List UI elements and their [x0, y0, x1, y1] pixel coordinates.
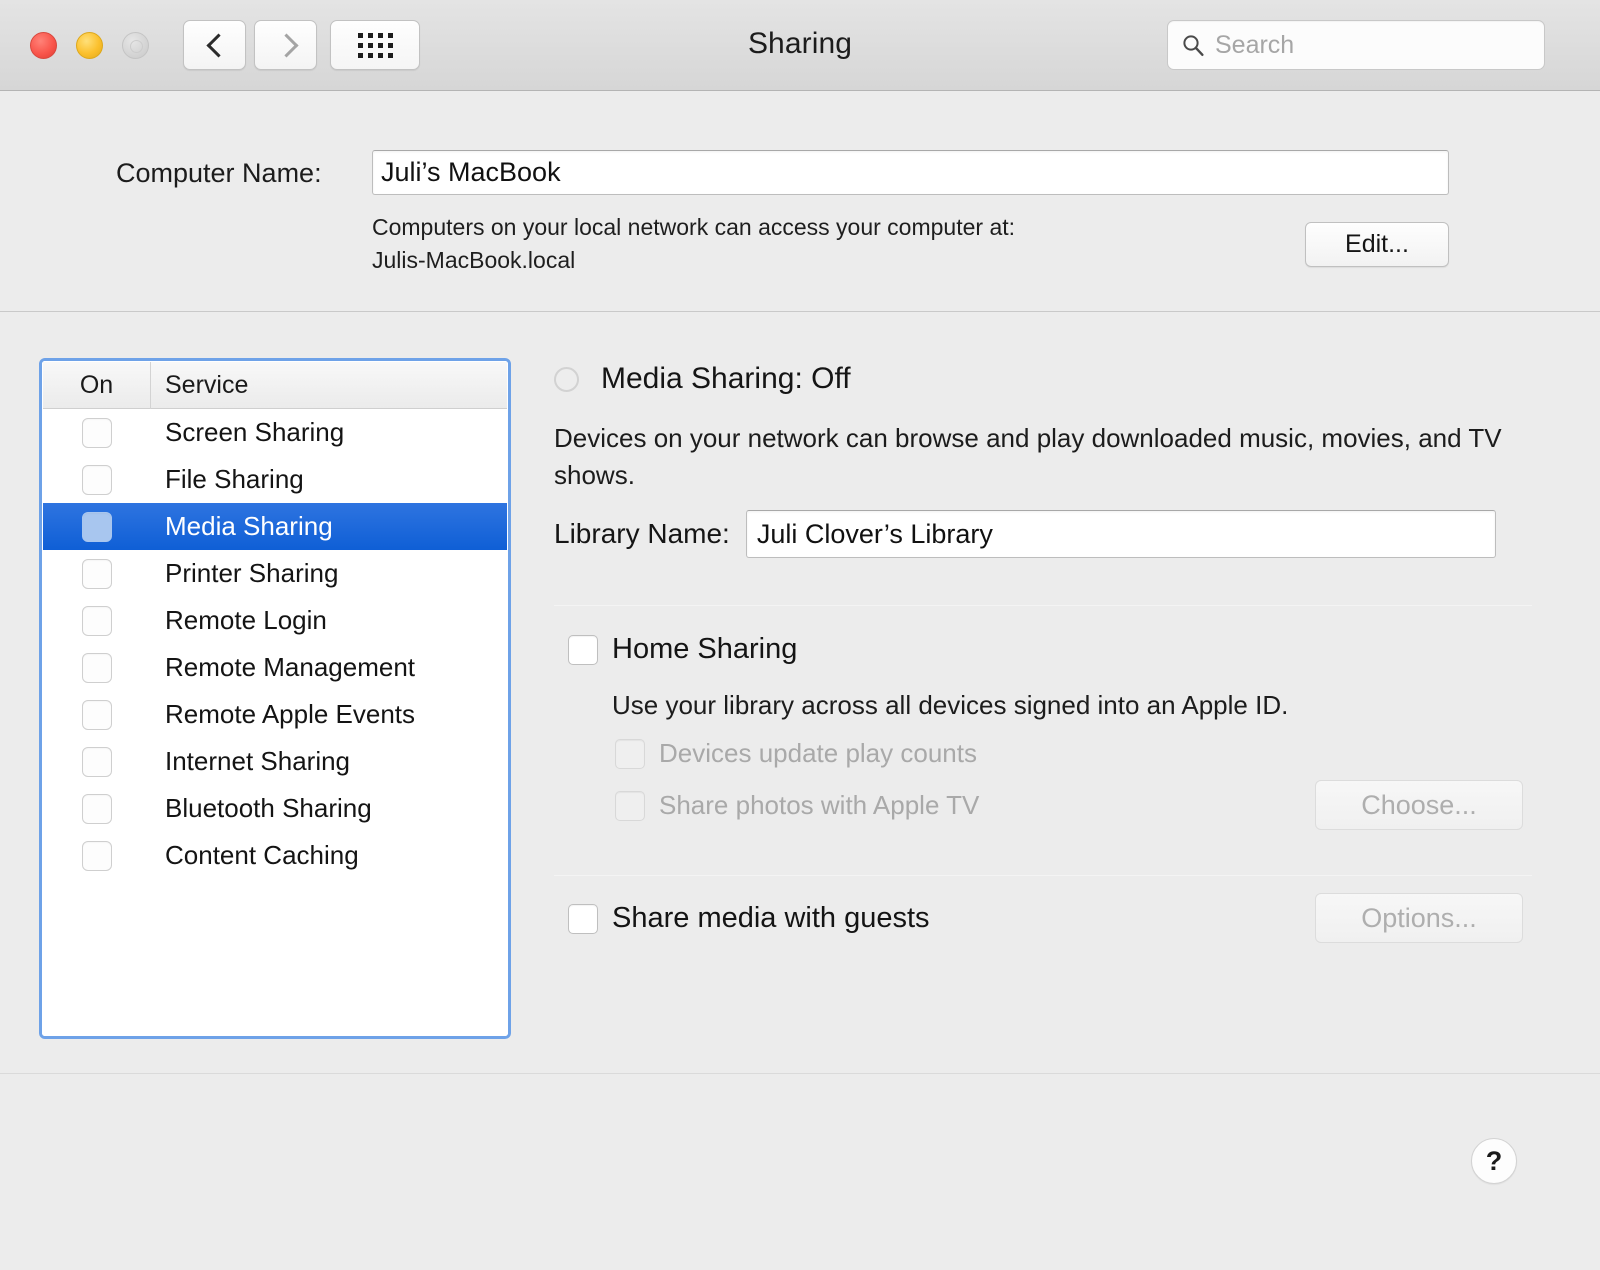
devices-update-play-counts-row: Devices update play counts — [615, 738, 977, 769]
service-row[interactable]: Printer Sharing — [43, 550, 507, 597]
service-enable-checkbox[interactable] — [82, 746, 112, 777]
service-enable-checkbox[interactable] — [82, 417, 112, 448]
share-media-with-guests-label: Share media with guests — [612, 902, 930, 934]
service-name-label: Content Caching — [165, 840, 359, 870]
service-enable-checkbox[interactable] — [82, 558, 112, 589]
service-list-table[interactable]: On Service Screen Sharing File Sharing Med… — [39, 358, 511, 1039]
home-sharing-description: Use your library across all devices sign… — [612, 690, 1289, 720]
service-enable-cell[interactable] — [43, 699, 151, 730]
service-enable-cell[interactable] — [43, 558, 151, 589]
service-name-label: Remote Management — [165, 652, 416, 682]
service-enable-checkbox[interactable] — [82, 652, 112, 683]
search-icon — [1183, 35, 1204, 56]
service-row[interactable]: Remote Login — [43, 597, 507, 644]
service-row[interactable]: Content Caching — [43, 832, 507, 879]
service-rows-container: Screen Sharing File Sharing Media Sharing P… — [43, 409, 507, 879]
sharing-preferences-window: Sharing Computer Name: Computers on your… — [0, 0, 1600, 1270]
share-photos-apple-tv-label: Share photos with Apple TV — [659, 790, 980, 820]
service-name-label: Screen Sharing — [165, 417, 345, 447]
computer-name-input[interactable] — [373, 151, 1448, 194]
computer-name-help-text: Computers on your local network can acce… — [372, 211, 1302, 277]
column-header-on[interactable]: On — [43, 361, 151, 409]
library-name-row: Library Name: — [554, 510, 1496, 558]
service-detail-panel: Media Sharing: Off Devices on your netwo… — [540, 330, 1550, 1030]
service-row[interactable]: Remote Apple Events — [43, 691, 507, 738]
service-name-label: Remote Apple Events — [165, 699, 416, 729]
service-name-label: File Sharing — [165, 464, 304, 494]
service-name-label: Media Sharing — [165, 511, 333, 541]
local-hostname: Julis-MacBook.local — [372, 247, 576, 273]
share-photos-apple-tv-row: Share photos with Apple TV — [615, 790, 979, 821]
service-enable-cell[interactable] — [43, 652, 151, 683]
home-sharing-label: Home Sharing — [612, 633, 798, 665]
service-status-text: Media Sharing: Off — [601, 362, 851, 395]
service-name-label: Printer Sharing — [165, 558, 339, 588]
help-button[interactable]: ? — [1471, 1138, 1517, 1184]
computer-name-label: Computer Name: — [116, 158, 322, 188]
service-enable-cell[interactable] — [43, 464, 151, 495]
search-input[interactable] — [1215, 30, 1525, 60]
service-enable-cell[interactable] — [43, 417, 151, 448]
devices-update-play-counts-checkbox — [615, 738, 645, 769]
divider-above-home-sharing — [554, 605, 1532, 606]
service-enable-cell[interactable] — [43, 605, 151, 636]
service-table-header: On Service — [43, 361, 507, 409]
share-media-with-guests-row[interactable]: Share media with guests — [568, 902, 930, 935]
service-row[interactable]: File Sharing — [43, 456, 507, 503]
service-enable-checkbox[interactable] — [82, 840, 112, 871]
column-header-service[interactable]: Service — [151, 371, 507, 400]
guest-options-button: Options... — [1315, 893, 1523, 943]
status-dot-off-icon — [554, 366, 579, 392]
service-enable-cell[interactable] — [43, 746, 151, 777]
service-description: Devices on your network can browse and p… — [554, 423, 1502, 490]
home-sharing-checkbox-row[interactable]: Home Sharing — [568, 633, 797, 666]
service-status-row: Media Sharing: Off — [554, 362, 851, 396]
devices-update-play-counts-label: Devices update play counts — [659, 738, 977, 768]
choose-photos-button: Choose... — [1315, 780, 1523, 830]
home-sharing-checkbox[interactable] — [568, 634, 598, 665]
footer-divider — [0, 1073, 1600, 1074]
local-network-access-line: Computers on your local network can acce… — [372, 214, 1016, 240]
search-field[interactable] — [1167, 20, 1545, 70]
service-enable-checkbox[interactable] — [82, 464, 112, 495]
library-name-label: Library Name: — [554, 518, 730, 549]
service-enable-checkbox[interactable] — [82, 511, 112, 542]
service-row[interactable]: Internet Sharing — [43, 738, 507, 785]
service-enable-cell[interactable] — [43, 511, 151, 542]
library-name-field[interactable] — [745, 510, 1496, 558]
service-name-label: Internet Sharing — [165, 746, 351, 776]
share-media-with-guests-checkbox[interactable] — [568, 903, 598, 934]
service-row[interactable]: Remote Management — [43, 644, 507, 691]
service-row[interactable]: Screen Sharing — [43, 409, 507, 456]
edit-hostname-button[interactable]: Edit... — [1305, 222, 1449, 267]
computer-name-section: Computer Name: Computers on your local n… — [0, 91, 1600, 312]
service-name-label: Remote Login — [165, 605, 327, 635]
library-name-input[interactable] — [746, 511, 1495, 557]
service-enable-cell[interactable] — [43, 793, 151, 824]
service-enable-checkbox[interactable] — [82, 699, 112, 730]
service-enable-checkbox[interactable] — [82, 605, 112, 636]
service-row[interactable]: Bluetooth Sharing — [43, 785, 507, 832]
computer-name-field[interactable] — [372, 150, 1449, 195]
service-name-label: Bluetooth Sharing — [165, 793, 372, 823]
service-row[interactable]: Media Sharing — [43, 503, 507, 550]
share-photos-apple-tv-checkbox — [615, 790, 645, 821]
service-enable-cell[interactable] — [43, 840, 151, 871]
window-toolbar: Sharing — [0, 0, 1600, 91]
service-list-inner: On Service Screen Sharing File Sharing Med… — [42, 361, 508, 1036]
service-enable-checkbox[interactable] — [82, 793, 112, 824]
divider-above-guest-sharing — [554, 875, 1532, 876]
